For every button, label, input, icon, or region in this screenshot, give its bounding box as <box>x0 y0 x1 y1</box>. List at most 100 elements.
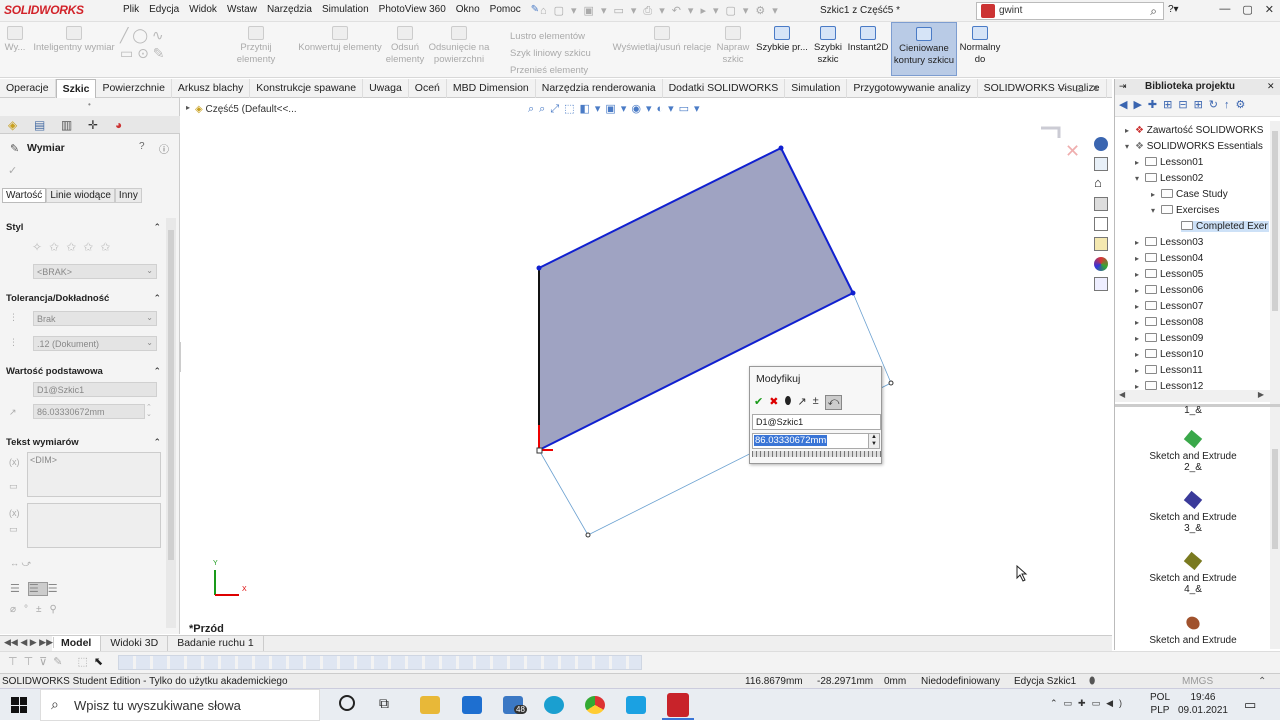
solidworks-taskbar-icon[interactable] <box>667 693 689 717</box>
ok-icon[interactable]: ✔ <box>754 395 763 410</box>
tree-item-lesson12[interactable]: ▸ Lesson12 <box>1135 381 1203 390</box>
menu-okno[interactable]: Okno <box>451 4 485 15</box>
clock[interactable]: 19:46 09.01.2021 <box>1178 691 1228 717</box>
spin-arrows-icon[interactable]: ▲ ▼ <box>868 433 880 449</box>
dimxpert-icon[interactable]: ✛ <box>88 118 98 132</box>
ribbon-quick-snaps[interactable]: Szybkie pr... <box>754 22 810 54</box>
ribbon-convert-entities[interactable]: Konwertuj elementy <box>296 22 384 54</box>
library-item[interactable]: Sketch and Extrude 3_& <box>1118 490 1267 534</box>
text-field-icon[interactable]: ▭ <box>9 481 23 491</box>
tab-3d-views[interactable]: Widoki 3D <box>101 636 169 651</box>
filter-icons[interactable]: ⊤⊤⊽✎ ⬚⬉ <box>8 655 109 668</box>
style-select[interactable]: <BRAK> ⌄ <box>33 264 157 279</box>
tree-scrollbar[interactable] <box>1270 121 1280 431</box>
menu-plik[interactable]: Plik <box>118 4 144 15</box>
custom-properties-icon[interactable] <box>1094 277 1108 291</box>
tab-mbd-dimension[interactable]: MBD Dimension <box>447 79 536 98</box>
collapse-icon[interactable]: ⌃ <box>153 437 161 448</box>
menu-photoview[interactable]: PhotoView 360 <box>374 4 451 15</box>
chevron-up-icon[interactable]: ⌃ <box>1258 676 1266 687</box>
ribbon-repair-sketch[interactable]: Napraw szkic <box>714 22 752 66</box>
menu-widok[interactable]: Widok <box>184 4 222 15</box>
view-palette-icon[interactable] <box>1094 237 1108 251</box>
thumbwheel[interactable] <box>752 451 881 457</box>
library-item-partial[interactable]: 1_& <box>1118 405 1267 416</box>
tree-item-lesson07[interactable]: ▸ Lesson07 <box>1135 301 1203 312</box>
driving-dimension-icon[interactable]: ⤺ <box>824 395 843 410</box>
selection-filters[interactable] <box>118 655 642 670</box>
units-system[interactable]: MMGS <box>1182 676 1213 687</box>
tab-ocen[interactable]: Oceń <box>409 79 447 98</box>
info-icon[interactable]: ⓘ <box>159 141 169 156</box>
menu-pomoc[interactable]: Pomoc <box>485 4 526 15</box>
tab-arkusz-blachy[interactable]: Arkusz blachy <box>172 79 251 98</box>
home-icon[interactable]: ⌂ <box>1094 176 1108 191</box>
text-toggle-icon[interactable]: (x) <box>9 508 23 518</box>
subtab-inny[interactable]: Inny <box>114 188 142 203</box>
primary-value-field[interactable]: 86.03330672mm <box>33 404 145 419</box>
ribbon-mirror[interactable]: Lustro elementów <box>494 28 594 45</box>
modify-dimension-name[interactable]: D1@Szkic1 <box>752 414 881 430</box>
display-manager-icon[interactable]: ◕ <box>115 118 122 132</box>
ribbon-display-relations[interactable]: Wyświetlaj/usuń relacje <box>612 22 712 54</box>
reverse-icon[interactable]: ↗ <box>797 395 806 410</box>
section-tolerance[interactable]: Tolerancja/Dokładność <box>6 293 109 304</box>
tab-motion-study[interactable]: Badanie ruchu 1 <box>168 636 264 651</box>
solidworks-logo[interactable]: SOLIDWORKS <box>4 3 84 17</box>
library-item[interactable]: Sketch and Extrude 2_& <box>1118 429 1267 473</box>
menu-wstaw[interactable]: Wstaw <box>222 4 262 15</box>
mark-dimension-icon[interactable]: ± <box>813 395 819 410</box>
tab-dodatki[interactable]: Dodatki SOLIDWORKS <box>663 79 786 98</box>
ribbon-shaded-contours[interactable]: Cieniowane kontury szkicu <box>891 22 957 76</box>
tree-item-exercises[interactable]: ▾ Exercises <box>1151 205 1219 216</box>
edge-icon[interactable] <box>544 696 564 714</box>
tab-uwaga[interactable]: Uwaga <box>363 79 409 98</box>
tab-narzedzia-renderowania[interactable]: Narzędzia renderowania <box>536 79 663 98</box>
tree-item-lesson01[interactable]: ▸ Lesson01 <box>1135 157 1203 168</box>
cancel-icon[interactable]: ✖ <box>769 395 778 410</box>
menu-narzedzia[interactable]: Narzędzia <box>262 4 317 15</box>
tree-item-lesson03[interactable]: ▸ Lesson03 <box>1135 237 1203 248</box>
section-dimension-text[interactable]: Tekst wymiarów <box>6 437 79 448</box>
chrome-icon[interactable] <box>585 696 605 714</box>
dimension-text-below[interactable] <box>27 503 161 548</box>
tree-item-lesson08[interactable]: ▸ Lesson08 <box>1135 317 1203 328</box>
tree-item-lesson05[interactable]: ▸ Lesson05 <box>1135 269 1203 280</box>
minimize-icon[interactable]: — <box>1219 3 1230 16</box>
menu-edycja[interactable]: Edycja <box>144 4 184 15</box>
folder-icon[interactable] <box>1094 217 1108 231</box>
tab-scroll-icons[interactable]: ◀◀ ◀ ▶ ▶▶ <box>4 637 55 648</box>
style-icons[interactable]: ✧✩✩✩✩ <box>32 240 117 254</box>
modify-value-input[interactable]: 86.03330672mm <box>752 433 869 449</box>
property-manager-icon[interactable]: ▤ <box>34 118 45 132</box>
library-scrollbar[interactable] <box>1270 409 1280 649</box>
file-explorer-icon[interactable] <box>420 696 440 714</box>
library-nav-icons[interactable]: ◀▶✚⊞⊟⊞↻↑⚙ <box>1119 98 1251 111</box>
tree-item-lesson11[interactable]: ▸ Lesson11 <box>1135 365 1203 376</box>
spin-arrows-icon[interactable]: ⌃ ⌄ <box>146 404 152 418</box>
ribbon-trim-entities[interactable]: Przytnij elementy <box>220 22 292 66</box>
tab-simulation[interactable]: Simulation <box>785 79 848 98</box>
task-view-icon[interactable]: ⧉ <box>379 695 389 712</box>
help-icon[interactable]: ?▾ <box>1168 4 1179 15</box>
tab-powierzchnie[interactable]: Powierzchnie <box>96 79 172 98</box>
tab-konstrukcje-spawane[interactable]: Konstrukcje spawane <box>250 79 364 98</box>
precision-select[interactable]: .12 (Dokument) ⌄ <box>33 336 157 351</box>
search-input[interactable]: gwint ⌕ <box>976 2 1164 20</box>
search-icon[interactable]: ⌕ <box>1150 4 1157 19</box>
tolerance-select[interactable]: Brak ⌄ <box>33 311 157 326</box>
ribbon-instant2d[interactable]: Instant2D <box>846 22 890 54</box>
rebuild-status-icon[interactable]: ⬮ <box>1089 676 1095 687</box>
appearances-icon[interactable] <box>1094 257 1108 271</box>
ok-icon[interactable]: ✓ <box>8 164 17 177</box>
notifications-icon[interactable]: ▭ <box>1244 697 1256 713</box>
tree-item-lesson04[interactable]: ▸ Lesson04 <box>1135 253 1203 264</box>
tree-hscrollbar[interactable]: ◀ ▶ <box>1115 390 1270 402</box>
store-icon[interactable] <box>462 696 482 714</box>
ribbon-offset-surface[interactable]: Odsunięcie na powierzchni <box>428 22 490 66</box>
tab-szkic[interactable]: Szkic <box>55 79 97 98</box>
library-item[interactable]: Sketch and Extrude 4_& <box>1118 551 1267 595</box>
symbol-icons[interactable]: ⌀°±⚲ <box>10 604 65 615</box>
tree-item-zawartosc[interactable]: ▸ ❖ Zawartość SOLIDWORKS <box>1125 125 1263 136</box>
panel-grip[interactable]: • <box>88 100 91 109</box>
